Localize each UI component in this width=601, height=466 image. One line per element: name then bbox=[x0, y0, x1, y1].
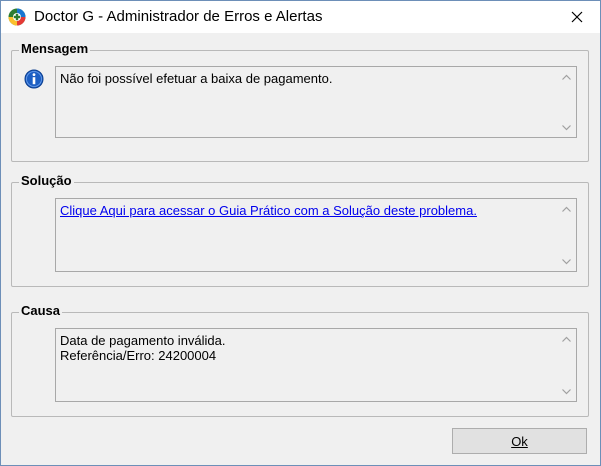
mensagem-group: Mensagem Não foi possível efetuar a baix… bbox=[11, 41, 589, 162]
chevron-up-icon bbox=[562, 74, 571, 80]
mensagem-textbox[interactable]: Não foi possível efetuar a baixa de paga… bbox=[55, 66, 577, 138]
chevron-up-icon bbox=[562, 206, 571, 212]
causa-scroll-down-button[interactable] bbox=[558, 383, 575, 400]
close-button[interactable] bbox=[554, 1, 600, 33]
solucao-group: Solução Clique Aqui para acessar o Guia … bbox=[11, 173, 589, 287]
close-icon bbox=[571, 11, 583, 23]
chevron-down-icon bbox=[562, 124, 571, 130]
solucao-scroll-up-button[interactable] bbox=[558, 200, 575, 217]
info-icon bbox=[24, 69, 44, 89]
causa-textbox[interactable]: Data de pagamento inválida. Referência/E… bbox=[55, 328, 577, 402]
causa-scroll-up-button[interactable] bbox=[558, 330, 575, 347]
chevron-down-icon bbox=[562, 388, 571, 394]
mensagem-scroll-down-button[interactable] bbox=[558, 119, 575, 136]
causa-line-1: Data de pagamento inválida. bbox=[60, 333, 226, 348]
solucao-scroll-down-button[interactable] bbox=[558, 253, 575, 270]
title-bar: Doctor G - Administrador de Erros e Aler… bbox=[1, 1, 600, 33]
ok-button[interactable]: Ok bbox=[452, 428, 587, 454]
chevron-up-icon bbox=[562, 336, 571, 342]
dialog-window: Doctor G - Administrador de Erros e Aler… bbox=[0, 0, 601, 466]
window-title: Doctor G - Administrador de Erros e Aler… bbox=[34, 8, 323, 25]
ok-button-label: Ok bbox=[511, 433, 528, 449]
doctor-g-logo-icon bbox=[8, 8, 26, 26]
chevron-down-icon bbox=[562, 258, 571, 264]
causa-line-2: Referência/Erro: 24200004 bbox=[60, 348, 217, 363]
mensagem-group-title: Mensagem bbox=[19, 41, 91, 57]
solucao-group-title: Solução bbox=[19, 173, 74, 189]
causa-group-title: Causa bbox=[19, 303, 63, 319]
mensagem-scroll-up-button[interactable] bbox=[558, 68, 575, 85]
causa-group: Causa Data de pagamento inválida. Referê… bbox=[11, 303, 589, 417]
mensagem-text: Não foi possível efetuar a baixa de paga… bbox=[60, 71, 333, 86]
guia-pratico-link[interactable]: Clique Aqui para acessar o Guia Prático … bbox=[60, 203, 477, 218]
solucao-textbox[interactable]: Clique Aqui para acessar o Guia Prático … bbox=[55, 198, 577, 272]
